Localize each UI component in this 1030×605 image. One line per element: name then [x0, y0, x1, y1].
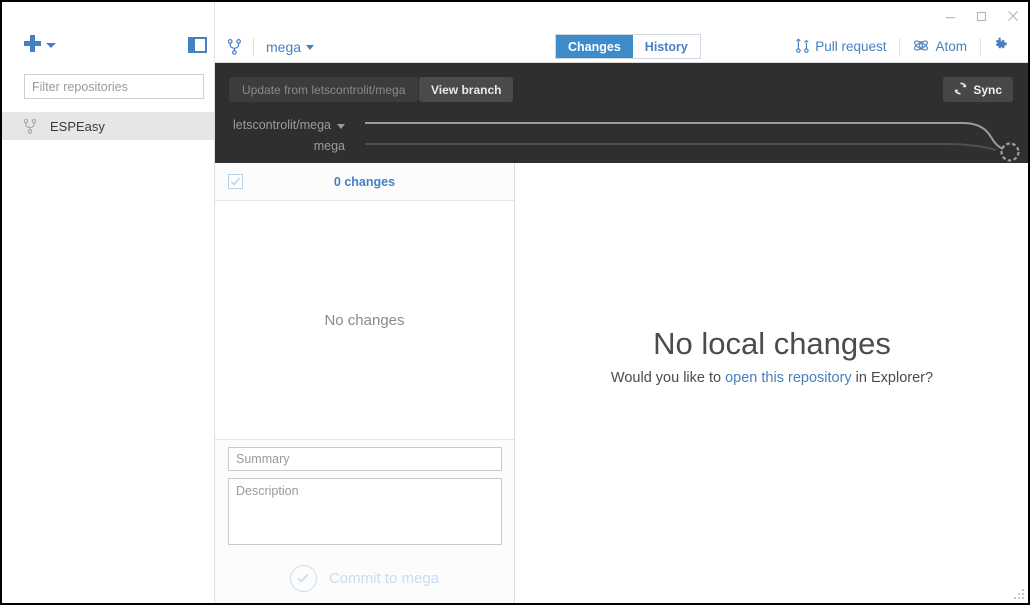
toolbar-left-group: mega [228, 30, 315, 63]
commit-description-input[interactable] [228, 478, 502, 545]
changes-count-label: 0 changes [333, 174, 396, 189]
plus-icon [24, 35, 41, 52]
branch-bar: Update from letscontrolit/mega View bran… [215, 63, 1028, 163]
changes-panel: 0 changes No changes Commit to mega [215, 163, 515, 603]
repository-list: ESPEasy [2, 112, 214, 140]
commit-summary-input[interactable] [228, 447, 502, 471]
changes-panel-header: 0 changes [215, 163, 514, 201]
gear-icon [992, 36, 1009, 58]
maximize-button[interactable] [966, 2, 997, 30]
pull-request-button[interactable]: Pull request [783, 37, 899, 56]
atom-button[interactable]: Atom [900, 38, 980, 56]
upstream-branch-dropdown[interactable]: letscontrolit/mega [215, 115, 355, 136]
open-repository-prompt: Would you like to open this repository i… [611, 370, 933, 386]
prompt-prefix: Would you like to [610, 370, 726, 386]
close-button[interactable] [997, 2, 1028, 30]
window-controls [935, 2, 1028, 30]
view-branch-button[interactable]: View branch [419, 77, 514, 102]
pull-request-label: Pull request [815, 39, 887, 54]
branch-graph [365, 122, 1020, 162]
current-repository-label: mega [266, 38, 302, 55]
commit-button-label: Commit to mega [328, 569, 440, 587]
chevron-down-icon [46, 42, 56, 48]
atom-label: Atom [935, 39, 967, 54]
sync-label: Sync [973, 82, 1002, 97]
open-this-repository-link[interactable]: open this repository [725, 370, 852, 386]
branch-icon [24, 118, 36, 134]
filter-repositories-wrap [24, 74, 204, 99]
sidebar-item-espeasy[interactable]: ESPEasy [2, 112, 214, 140]
toolbar-right-group: Pull request Atom [783, 30, 1020, 63]
sidebar-item-label: ESPEasy [50, 118, 105, 134]
pull-request-icon [796, 37, 809, 56]
commit-form: Commit to mega [215, 439, 514, 603]
sidebar: ESPEasy [2, 2, 215, 603]
chevron-down-icon [337, 124, 345, 129]
resize-grip[interactable] [1014, 589, 1025, 600]
sync-button[interactable]: Sync [943, 77, 1013, 102]
main-pane: No local changes Would you like to open … [516, 163, 1028, 603]
tab-changes[interactable]: Changes [556, 35, 633, 58]
branch-graph-labels: letscontrolit/mega mega [215, 115, 355, 157]
app-window: ESPEasy mega Changes History [2, 2, 1028, 603]
branch-icon [228, 38, 241, 55]
sync-icon [954, 81, 967, 98]
local-branch-label: mega [313, 139, 345, 153]
check-circle-icon [289, 564, 317, 592]
no-changes-placeholder: No local changes Would you like to open … [516, 163, 1028, 603]
minimize-button[interactable] [935, 2, 966, 30]
select-all-changes-checkbox[interactable] [228, 174, 243, 189]
upstream-branch-label: letscontrolit/mega [233, 118, 331, 132]
update-from-upstream-button[interactable]: Update from letscontrolit/mega [229, 77, 419, 102]
chevron-down-icon [306, 45, 315, 50]
sidebar-toggle-icon[interactable] [188, 37, 207, 53]
toolbar-divider [253, 38, 254, 55]
prompt-suffix: in Explorer? [851, 370, 934, 386]
current-repository-dropdown[interactable]: mega [266, 38, 315, 55]
page-title: No local changes [653, 326, 891, 361]
add-repository-button[interactable] [24, 35, 56, 52]
tab-history[interactable]: History [632, 35, 700, 58]
atom-icon [913, 38, 929, 56]
search-input[interactable] [24, 74, 204, 99]
changes-empty-message: No changes [324, 311, 405, 329]
commit-button[interactable]: Commit to mega [215, 556, 514, 600]
view-tabs: Changes History [555, 34, 701, 59]
top-toolbar: mega Changes History Pull request Atom [215, 30, 1028, 63]
settings-button[interactable] [981, 36, 1020, 58]
